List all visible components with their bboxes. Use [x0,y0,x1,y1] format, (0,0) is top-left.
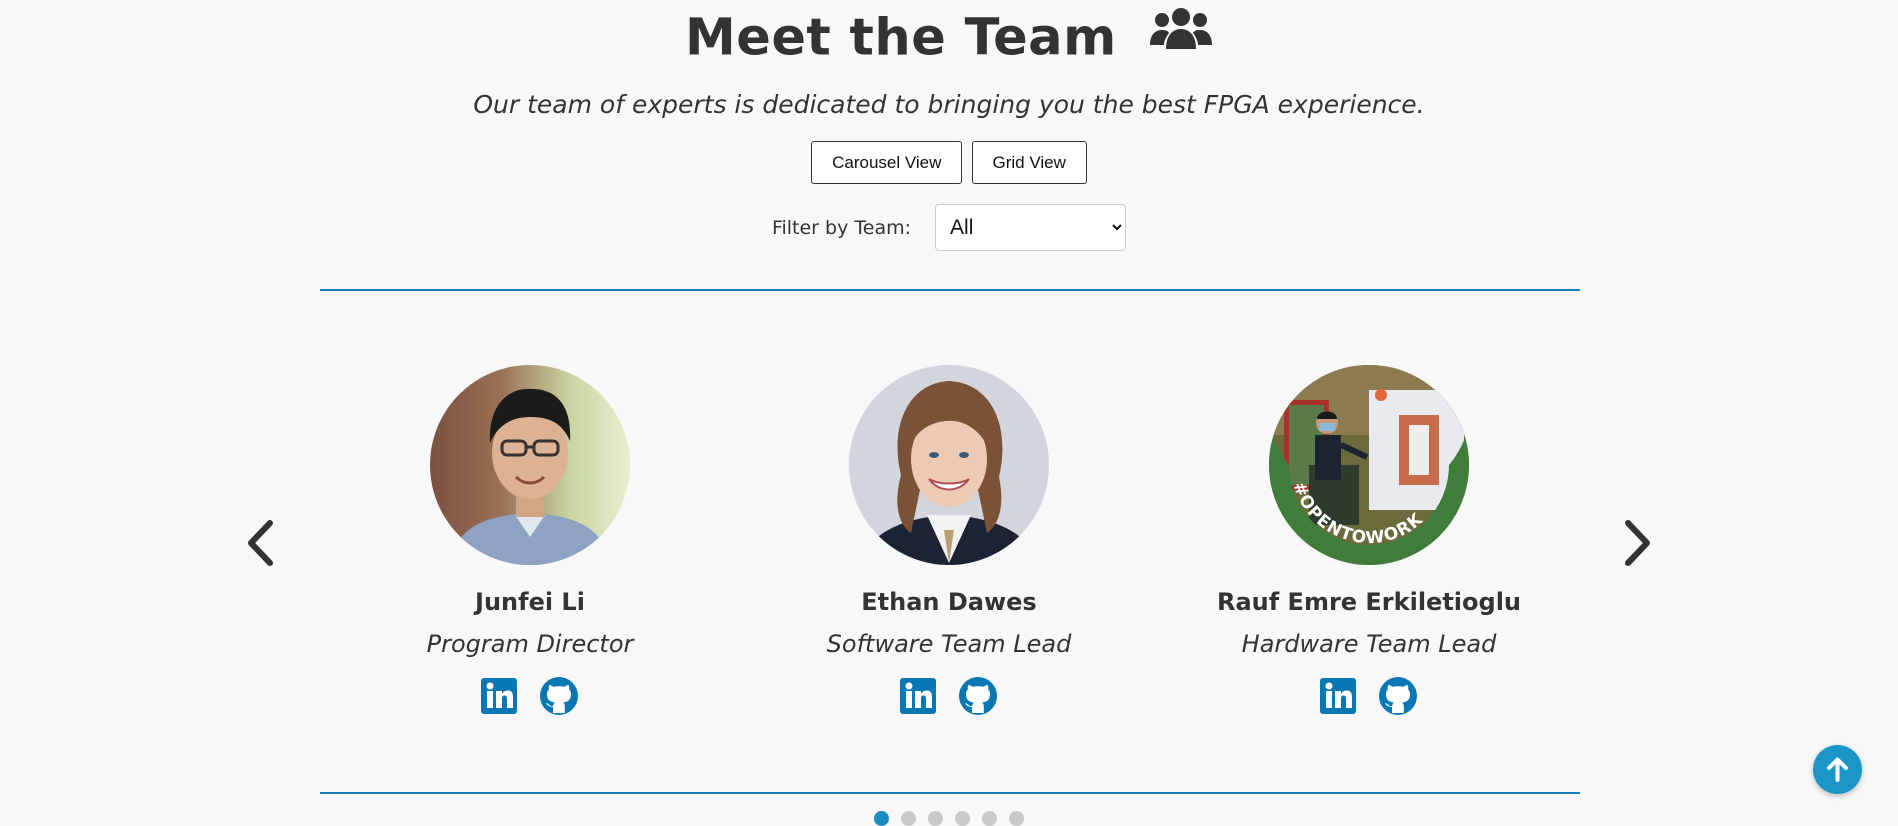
team-member-card: #OPENTOWORK Rauf Emre Erkiletioglu Hardw… [1209,365,1529,716]
social-links [370,676,690,716]
arrow-up-icon [1827,757,1848,782]
view-toggle: Carousel View Grid View [0,141,1898,184]
carousel-prev-button[interactable] [241,518,281,568]
page-title-row: Meet the Team [0,6,1898,68]
carousel-pagination [0,811,1898,826]
social-links [789,676,1109,716]
avatar [430,365,630,565]
users-icon [1149,5,1213,66]
social-links [1209,676,1529,716]
divider-bottom [320,792,1580,794]
github-icon[interactable] [958,676,998,720]
page-title: Meet the Team [684,8,1117,68]
linkedin-icon[interactable] [1320,678,1357,718]
carousel-dot[interactable] [1009,811,1024,826]
carousel-dot[interactable] [874,811,889,826]
chevron-right-icon [1625,520,1650,566]
scroll-to-top-button[interactable] [1813,745,1862,794]
team-member-card: Ethan Dawes Software Team Lead [789,365,1109,716]
filter-label: Filter by Team: [771,216,911,239]
page-subtitle: Our team of experts is dedicated to brin… [473,90,1425,119]
member-role: Program Director [426,630,634,658]
carousel-view-button[interactable]: Carousel View [811,141,963,184]
avatar: #OPENTOWORK [1269,365,1469,565]
member-name: Rauf Emre Erkiletioglu [1216,588,1522,616]
avatar [849,365,1049,565]
carousel-dot[interactable] [928,811,943,826]
carousel-dot[interactable] [982,811,997,826]
linkedin-icon[interactable] [481,678,518,718]
carousel-dot[interactable] [955,811,970,826]
chevron-left-icon [248,520,273,566]
github-icon[interactable] [539,676,579,720]
carousel-dot[interactable] [901,811,916,826]
grid-view-button[interactable]: Grid View [971,141,1087,184]
team-filter: Filter by Team: All [0,204,1898,251]
member-name: Junfei Li [475,588,585,616]
member-role: Hardware Team Lead [1241,630,1497,658]
member-name: Ethan Dawes [861,588,1037,616]
carousel-next-button[interactable] [1617,518,1657,568]
linkedin-icon[interactable] [900,678,937,718]
divider-top [320,289,1580,291]
github-icon[interactable] [1378,676,1418,720]
member-role: Software Team Lead [826,630,1072,658]
team-filter-select[interactable]: All [935,204,1127,251]
team-member-card: Junfei Li Program Director [370,365,690,716]
